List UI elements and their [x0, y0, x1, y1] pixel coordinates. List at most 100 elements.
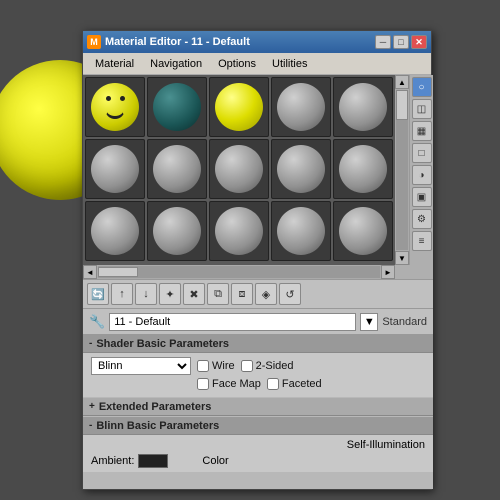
sphere-cell-2-2[interactable]	[147, 139, 207, 199]
scrollbar-track[interactable]	[396, 90, 408, 250]
sphere-cell-1-3[interactable]	[209, 77, 269, 137]
sphere-cell-2-4[interactable]	[271, 139, 331, 199]
sphere-cell-3-3[interactable]	[209, 201, 269, 261]
color-label: Color	[202, 455, 228, 467]
facemap-checkbox[interactable]	[197, 378, 209, 390]
blinn-section: - Blinn Basic Parameters Self-Illuminati…	[83, 417, 433, 472]
menu-options[interactable]: Options	[210, 56, 264, 72]
eye-left	[106, 96, 111, 101]
maximize-button[interactable]: □	[393, 35, 409, 49]
vertical-scrollbar: ▲ ▼	[395, 75, 409, 265]
blinn-header[interactable]: - Blinn Basic Parameters	[83, 417, 433, 435]
make-unique-button[interactable]: ◈	[255, 283, 277, 305]
menu-material[interactable]: Material	[87, 56, 142, 72]
material-type-label: Standard	[382, 316, 427, 328]
smiley-sphere	[91, 83, 139, 131]
sphere-cell-2-1[interactable]	[85, 139, 145, 199]
parameters-panel: - Shader Basic Parameters Blinn Wire	[83, 335, 433, 489]
h-scrollbar-track[interactable]	[98, 266, 380, 278]
shader-type-select[interactable]: Blinn	[91, 357, 191, 375]
sphere-cell-1-5[interactable]	[333, 77, 393, 137]
link-icon[interactable]: ≡	[412, 231, 432, 251]
shader-header-label: Shader Basic Parameters	[96, 338, 229, 350]
scroll-right-button[interactable]: ►	[381, 265, 395, 279]
sphere-grid-wrapper: ▲ ▼ ○ ◫ ▦ □ ◑ ▣ ⚙	[83, 75, 433, 279]
shader-header[interactable]: - Shader Basic Parameters	[83, 335, 433, 353]
cylinder-view-icon[interactable]: ◫	[412, 99, 432, 119]
wire-checkbox[interactable]	[197, 360, 209, 372]
teal-sphere	[153, 83, 201, 131]
grid-main: ▲ ▼ ○ ◫ ▦ □ ◑ ▣ ⚙	[83, 75, 433, 265]
scroll-up-button[interactable]: ▲	[395, 75, 409, 89]
scroll-down-button[interactable]: ▼	[395, 251, 409, 265]
shader-type-row: Blinn Wire 2-Sided	[91, 357, 425, 375]
h-scrollbar-thumb[interactable]	[98, 267, 138, 277]
backlight-icon[interactable]: ◑	[412, 165, 432, 185]
checker-bg-icon[interactable]: ▦	[412, 121, 432, 141]
grey-sphere-1-5	[339, 83, 387, 131]
sphere-cell-1-2[interactable]	[147, 77, 207, 137]
right-icon-panel: ○ ◫ ▦ □ ◑ ▣ ⚙ ≡	[409, 75, 433, 265]
material-type-dropdown[interactable]: ▼	[360, 313, 378, 331]
sphere-cell-1-4[interactable]	[271, 77, 331, 137]
sphere-cell-3-4[interactable]	[271, 201, 331, 261]
copy-button[interactable]: ⧉	[207, 283, 229, 305]
sphere-cell-3-5[interactable]	[333, 201, 393, 261]
options-icon[interactable]: ⚙	[412, 209, 432, 229]
window-title: Material Editor - 11 - Default	[105, 36, 250, 48]
extended-header-label: Extended Parameters	[99, 401, 212, 413]
sphere-view-icon[interactable]: ○	[412, 77, 432, 97]
titlebar-left: M Material Editor - 11 - Default	[87, 35, 250, 49]
shader-content: Blinn Wire 2-Sided	[83, 353, 433, 397]
menu-utilities[interactable]: Utilities	[264, 56, 315, 72]
blinn-collapse-icon: -	[89, 420, 92, 431]
two-sided-checkbox[interactable]	[241, 360, 253, 372]
shader-section: - Shader Basic Parameters Blinn Wire	[83, 335, 433, 397]
facemap-checkbox-group: Face Map	[197, 378, 261, 390]
main-content: ▲ ▼ ○ ◫ ▦ □ ◑ ▣ ⚙	[83, 75, 431, 489]
sphere-cell-3-2[interactable]	[147, 201, 207, 261]
extended-header[interactable]: + Extended Parameters	[83, 398, 433, 416]
blinn-header-label: Blinn Basic Parameters	[96, 420, 219, 432]
scrollbar-thumb[interactable]	[396, 90, 408, 120]
ambient-color-swatch[interactable]	[138, 454, 168, 468]
eyedropper-icon[interactable]: 🔧	[89, 314, 105, 330]
bg-toggle-icon[interactable]: ▣	[412, 187, 432, 207]
close-button[interactable]: ✕	[411, 35, 427, 49]
material-editor-window: M Material Editor - 11 - Default ─ □ ✕ M…	[82, 30, 432, 490]
minimize-button[interactable]: ─	[375, 35, 391, 49]
pick-material-button[interactable]: 🔄	[87, 283, 109, 305]
wire-label: Wire	[212, 360, 235, 372]
get-from-scene-button[interactable]: ↑	[111, 283, 133, 305]
delete-button[interactable]: ✖	[183, 283, 205, 305]
reset-button[interactable]: ↺	[279, 283, 301, 305]
assign-button[interactable]: ✦	[159, 283, 181, 305]
sphere-cell-3-1[interactable]	[85, 201, 145, 261]
material-name-input[interactable]	[109, 313, 356, 331]
put-to-scene-button[interactable]: ↓	[135, 283, 157, 305]
paste-button[interactable]: ⧈	[231, 283, 253, 305]
sphere-grid	[83, 75, 395, 265]
sphere-cell-2-3[interactable]	[209, 139, 269, 199]
faceted-checkbox-group: Faceted	[267, 378, 322, 390]
faceted-label: Faceted	[282, 378, 322, 390]
sphere-cell-2-5[interactable]	[333, 139, 393, 199]
sphere-cell-1-1[interactable]	[85, 77, 145, 137]
sphere-row-1	[85, 77, 393, 137]
shader-collapse-icon: -	[89, 338, 92, 349]
material-toolbar: 🔄 ↑ ↓ ✦ ✖ ⧉ ⧈ ◈ ↺	[83, 279, 433, 309]
menu-navigation[interactable]: Navigation	[142, 56, 210, 72]
ambient-label: Ambient:	[91, 455, 134, 467]
left-panel: ▲ ▼ ○ ◫ ▦ □ ◑ ▣ ⚙	[83, 75, 433, 489]
sphere-row-2	[85, 139, 393, 199]
flat-view-icon[interactable]: □	[412, 143, 432, 163]
extended-section: + Extended Parameters	[83, 398, 433, 416]
material-name-bar: 🔧 ▼ Standard	[83, 309, 433, 335]
wire-checkbox-group: Wire	[197, 360, 235, 372]
facemap-row: Face Map Faceted	[91, 378, 425, 390]
extended-collapse-icon: +	[89, 401, 95, 412]
yellow-shiny-sphere	[215, 83, 263, 131]
faceted-checkbox[interactable]	[267, 378, 279, 390]
scroll-left-button[interactable]: ◄	[83, 265, 97, 279]
self-illumination-label: Self-Illumination	[347, 439, 425, 451]
